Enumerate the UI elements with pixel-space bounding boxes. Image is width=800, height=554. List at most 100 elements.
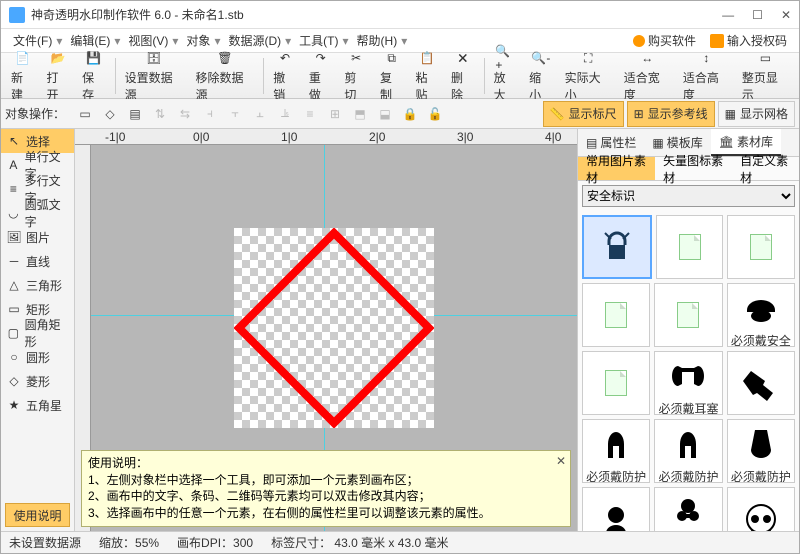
- toggle-ruler[interactable]: 📏显示标尺: [543, 101, 624, 127]
- tool-三角形[interactable]: △三角形: [1, 273, 74, 297]
- subtab-common[interactable]: 常用图片素材: [578, 157, 655, 180]
- tool-icon: ▢: [7, 326, 20, 340]
- tool-icon: 🖼: [7, 230, 21, 244]
- tool-圆形[interactable]: ○圆形: [1, 345, 74, 369]
- op-btn[interactable]: ⫞: [199, 103, 221, 125]
- toolbar-整页显示[interactable]: ▭整页显示: [736, 46, 795, 105]
- op-btn[interactable]: ⬒: [349, 103, 371, 125]
- tool-圆角矩形[interactable]: ▢圆角矩形: [1, 321, 74, 345]
- gallery-item[interactable]: [727, 487, 795, 531]
- toolbar-icon: 💾: [84, 48, 104, 68]
- toolbar-适合高度[interactable]: ↕适合高度: [677, 46, 736, 105]
- thumb-icon: [655, 352, 721, 400]
- gallery-item[interactable]: [727, 215, 795, 279]
- heart-icon: [633, 35, 645, 47]
- tool-菱形[interactable]: ◇菱形: [1, 369, 74, 393]
- toolbar-icon: 📂: [48, 48, 68, 68]
- gallery-item[interactable]: 必须戴防护眼镜: [654, 487, 722, 531]
- op-btn[interactable]: ⫡: [274, 103, 296, 125]
- hint-panel: ✕ 使用说明： 1、左侧对象栏中选择一个工具，即可添加一个元素到画布区； 2、画…: [81, 450, 571, 527]
- op-btn[interactable]: ⊞: [324, 103, 346, 125]
- toolbar-剪切[interactable]: ✂剪切: [338, 46, 374, 105]
- thumb-icon: [728, 216, 794, 278]
- close-button[interactable]: ✕: [781, 8, 791, 22]
- thumb-icon: [728, 420, 794, 468]
- gallery-item[interactable]: [582, 215, 652, 279]
- toolbar-放大[interactable]: 🔍+放大: [488, 46, 524, 105]
- toolbar-适合宽度[interactable]: ↔适合宽度: [618, 46, 677, 105]
- gallery-item[interactable]: [582, 283, 650, 347]
- diamond-shape[interactable]: [234, 228, 434, 428]
- status-datasource: 未设置数据源: [9, 534, 81, 551]
- toolbar-重做[interactable]: ↷重做: [303, 46, 339, 105]
- thumb-icon: [583, 352, 649, 414]
- gallery-item[interactable]: [727, 351, 795, 415]
- gallery-item[interactable]: [656, 215, 724, 279]
- op-btn[interactable]: ▤: [124, 103, 146, 125]
- toolbar-撤销[interactable]: ↶撤销: [267, 46, 303, 105]
- grid-icon: ▦: [725, 107, 736, 121]
- gallery-item[interactable]: [654, 283, 722, 347]
- tool-圆弧文字[interactable]: ◡圆弧文字: [1, 201, 74, 225]
- tool-icon: ─: [7, 254, 21, 268]
- toggle-guides[interactable]: ⊞显示参考线: [627, 101, 715, 127]
- toolbar-删除[interactable]: 🗙删除: [445, 46, 481, 105]
- app-icon: [9, 7, 25, 23]
- toolbar-icon: 🗑: [215, 48, 235, 68]
- toolbar-icon: ↷: [311, 48, 331, 68]
- tool-五角星[interactable]: ★五角星: [1, 393, 74, 417]
- help-button[interactable]: 使用说明: [5, 503, 70, 527]
- ruler-horizontal: -1|00|01|02|03|04|0: [75, 129, 577, 145]
- gallery-item[interactable]: [582, 351, 650, 415]
- toggle-grid[interactable]: ▦显示网格: [718, 101, 795, 127]
- toolbar-icon: 🔍+: [495, 48, 515, 68]
- toolbar-保存[interactable]: 💾保存: [76, 46, 112, 105]
- toolbar-打开[interactable]: 📂打开: [41, 46, 77, 105]
- gallery-item[interactable]: 必须戴防护手套: [582, 419, 650, 483]
- toolbar-设置数据源[interactable]: 🗄设置数据源: [119, 46, 190, 105]
- toolbar-icon: ⧉: [382, 48, 402, 68]
- tool-图片[interactable]: 🖼图片: [1, 225, 74, 249]
- op-btn[interactable]: ⫟: [224, 103, 246, 125]
- gallery-item[interactable]: 必须戴防护手套: [654, 419, 722, 483]
- op-btn[interactable]: ▭: [74, 103, 96, 125]
- toolbar-icon: ✂: [346, 48, 366, 68]
- subtab-vector[interactable]: 矢量图标素材: [655, 157, 732, 180]
- thumb-icon: [728, 352, 794, 414]
- toolbar-实际大小[interactable]: ⛶实际大小: [559, 46, 618, 105]
- hint-close[interactable]: ✕: [556, 453, 566, 470]
- toolbar-缩小[interactable]: 🔍-缩小: [523, 46, 559, 105]
- op-btn[interactable]: ⬓: [374, 103, 396, 125]
- tool-直线[interactable]: ─直线: [1, 249, 74, 273]
- tool-icon: ◡: [7, 206, 20, 220]
- thumb-icon: [655, 488, 721, 531]
- thumb-icon: [583, 284, 649, 346]
- tool-icon: △: [7, 278, 21, 292]
- tool-icon: A: [7, 158, 20, 172]
- canvas-area[interactable]: -1|00|01|02|03|04|0 ✕ 使用说明： 1、左侧对象栏中选择一个…: [75, 129, 577, 531]
- gallery-item[interactable]: 必须戴防护手臂: [727, 419, 795, 483]
- thumb-icon: [583, 488, 649, 531]
- op-btn[interactable]: 🔓: [424, 103, 446, 125]
- tool-icon: ○: [7, 350, 21, 364]
- toolbar-粘贴[interactable]: 📋粘贴: [409, 46, 445, 105]
- op-btn[interactable]: 🔒: [399, 103, 421, 125]
- op-btn[interactable]: ⇆: [174, 103, 196, 125]
- gallery-item[interactable]: [582, 487, 650, 531]
- toolbar-复制[interactable]: ⧉复制: [374, 46, 410, 105]
- gallery-item[interactable]: 必须戴耳塞: [654, 351, 722, 415]
- thumb-icon: [728, 284, 794, 332]
- op-btn[interactable]: ≡: [299, 103, 321, 125]
- op-btn[interactable]: ◇: [99, 103, 121, 125]
- toolbar-移除数据源[interactable]: 🗑移除数据源: [189, 46, 260, 105]
- subtab-custom[interactable]: 自定义素材: [732, 157, 799, 180]
- maximize-button[interactable]: ☐: [752, 8, 763, 22]
- gallery-item[interactable]: 必须戴安全帽: [727, 283, 795, 347]
- op-btn[interactable]: ⫠: [249, 103, 271, 125]
- tool-icon: ◇: [7, 374, 21, 388]
- op-btn[interactable]: ⇅: [149, 103, 171, 125]
- status-dpi: 画布DPI：300: [177, 534, 253, 551]
- minimize-button[interactable]: —: [722, 8, 734, 22]
- category-select[interactable]: 安全标识: [582, 185, 795, 207]
- toolbar-新建[interactable]: 📄新建: [5, 46, 41, 105]
